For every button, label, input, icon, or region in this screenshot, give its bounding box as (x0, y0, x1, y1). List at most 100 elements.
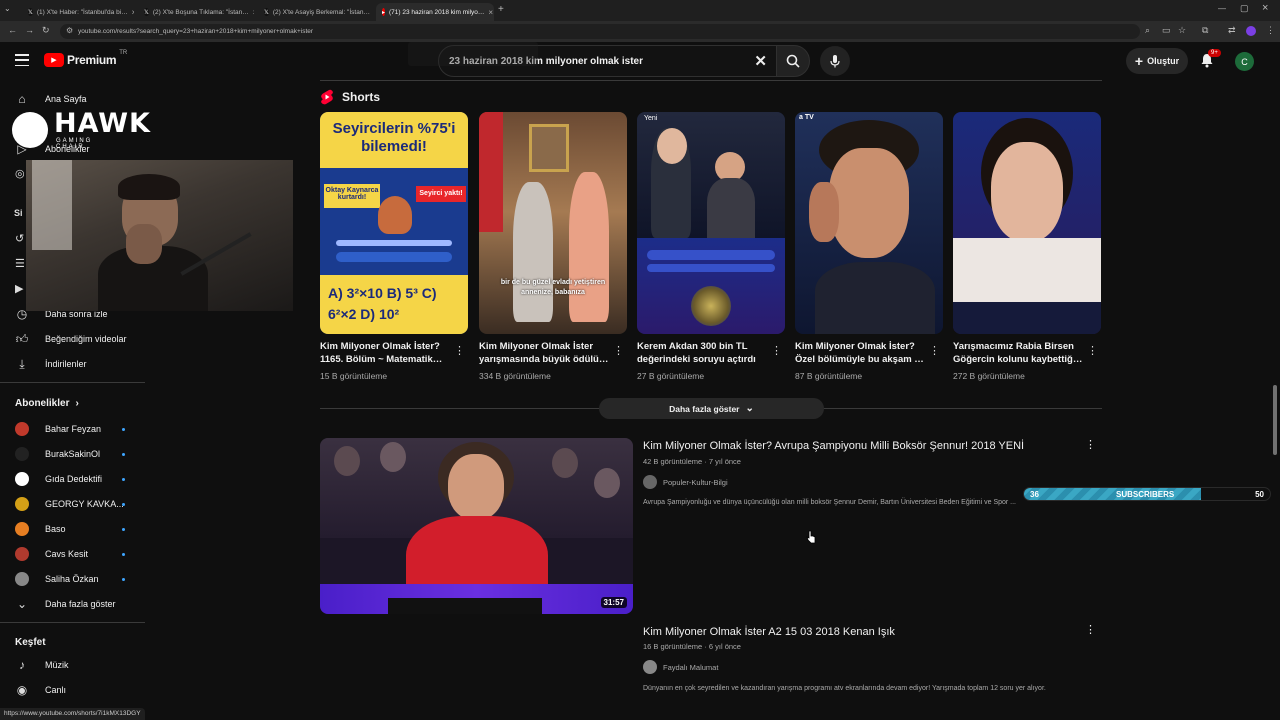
more-options-icon[interactable]: ⋮ (1085, 623, 1096, 636)
thumb-new-label: Yeni (644, 115, 658, 122)
chevron-right-icon: › (75, 398, 79, 409)
url-bar[interactable]: ⚙ youtube.com/results?search_query=23+ha… (60, 24, 1140, 39)
close-tab-icon[interactable]: × (488, 8, 493, 17)
sidebar-item-music[interactable]: ♪ Müzik (0, 653, 145, 677)
short-title[interactable]: Kim Milyoner Olmak İster? Özel bölümüyle… (795, 340, 925, 367)
sidebar-item-downloads[interactable]: ⤓ İndirilenler (0, 352, 145, 376)
show-more-shorts-button[interactable]: Daha fazla göster ⌄ (599, 398, 824, 419)
site-info-icon[interactable]: ⚙ (66, 26, 73, 35)
short-card[interactable]: Yeni Kerem Akdan 300 bin TL değerindeki … (637, 112, 785, 381)
sidebar-item-label: Baso (45, 524, 66, 534)
more-options-icon[interactable]: ⋮ (1085, 438, 1096, 451)
sidebar-item-live[interactable]: ◉ Canlı (0, 678, 145, 702)
your-videos-icon[interactable]: ▶ (15, 282, 23, 295)
create-button[interactable]: + Oluştur (1126, 48, 1188, 74)
cast-icon[interactable]: ▭ (1162, 25, 1171, 36)
search-button[interactable] (776, 45, 810, 77)
you-channel-icon[interactable]: ◎ (15, 167, 25, 180)
channel-avatar (15, 522, 29, 536)
video-thumbnail[interactable]: 31:57 (320, 438, 633, 614)
sidebar-subscription-item[interactable]: Saliha Özkan (0, 567, 145, 591)
browser-menu-icon[interactable]: ⋮ (1266, 25, 1275, 36)
browser-tab-1[interactable]: 𝕏 (1) X'te Haber: "İstanbul'da bi… × (22, 3, 134, 21)
short-title[interactable]: Kerem Akdan 300 bin TL değerindeki soruy… (637, 340, 767, 367)
music-icon: ♪ (19, 658, 25, 672)
new-content-dot (122, 503, 125, 506)
short-card[interactable]: bir de bu güzel evladı yetiştiren anneni… (479, 112, 627, 381)
tab-label: (2) X'te Boşuna Tıklama: "İstan… (152, 8, 249, 16)
browser-tab-2[interactable]: 𝕏 (2) X'te Boşuna Tıklama: "İstan… × (138, 3, 254, 21)
sidebar-subscription-item[interactable]: GEORGY KAVKA... (0, 492, 145, 516)
new-content-dot (122, 478, 125, 481)
short-thumbnail[interactable]: Yeni (637, 112, 785, 334)
more-options-icon[interactable]: ⋮ (929, 344, 940, 357)
close-tab-icon[interactable]: × (253, 8, 254, 17)
sidebar-subscription-item[interactable]: Gıda Dedektifi (0, 467, 145, 491)
back-arrow-icon[interactable]: ← (8, 25, 17, 35)
channel-name[interactable]: Faydalı Malumat (663, 663, 718, 672)
video-description: Dünyanın en çok seyredilen ve kazandıran… (643, 685, 1046, 692)
notifications-button[interactable]: 9+ (1200, 49, 1221, 73)
short-views: 87 B görüntüleme (795, 371, 863, 381)
short-card[interactable]: Seyircilerin %75'i bilemedi! Oktay Kayna… (320, 112, 468, 381)
clear-search-icon[interactable]: ✕ (754, 52, 767, 70)
sidebar-subscription-item[interactable]: Baso (0, 517, 145, 541)
hamburger-menu-icon[interactable] (15, 54, 29, 66)
short-thumbnail[interactable] (953, 112, 1101, 334)
video-meta: 16 B görüntüleme · 6 yıl önce (643, 642, 741, 651)
short-thumbnail[interactable]: Seyircilerin %75'i bilemedi! Oktay Kayna… (320, 112, 468, 334)
channel-row[interactable]: Populer-Kultur-Bilgi (643, 475, 728, 489)
more-options-icon[interactable]: ⋮ (613, 344, 624, 357)
reload-icon[interactable]: ↻ (42, 25, 50, 36)
sidebar-subscription-item[interactable]: Bahar Feyzan (0, 417, 145, 441)
more-options-icon[interactable]: ⋮ (771, 344, 782, 357)
maximize-icon[interactable]: ▢ (1240, 3, 1249, 14)
channel-avatar (15, 572, 29, 586)
account-avatar[interactable]: C (1235, 52, 1254, 71)
close-tab-icon[interactable]: × (132, 8, 134, 17)
chevron-down-icon: ⌄ (16, 597, 28, 611)
channel-avatar[interactable] (643, 475, 657, 489)
playlists-icon[interactable]: ☰ (15, 257, 25, 270)
sync-icon[interactable]: ⇄ (1228, 25, 1236, 36)
short-thumbnail[interactable]: a TV (795, 112, 943, 334)
sidebar-subscription-item[interactable]: Cavs Kesit (0, 542, 145, 566)
short-views: 27 B görüntüleme (637, 371, 705, 381)
short-card[interactable]: Yarışmacımız Rabia Birsen Göğercin kolun… (953, 112, 1101, 381)
browser-tab-4-active[interactable]: ▸ (71) 23 haziran 2018 kim milyo… × (376, 3, 494, 21)
zoom-icon[interactable]: ⌕ (1145, 25, 1150, 36)
tooltip-shadow (408, 42, 538, 66)
microphone-icon (830, 55, 840, 68)
tab-search-icon[interactable]: ⌄ (4, 4, 16, 16)
short-thumbnail[interactable]: bir de bu güzel evladı yetiştiren anneni… (479, 112, 627, 334)
channel-avatar[interactable] (643, 660, 657, 674)
minimize-icon[interactable]: — (1218, 4, 1226, 13)
browser-tab-strip: ⌄ 𝕏 (1) X'te Haber: "İstanbul'da bi… × 𝕏… (0, 0, 1280, 21)
channel-name[interactable]: Populer-Kultur-Bilgi (663, 478, 728, 487)
more-options-icon[interactable]: ⋮ (454, 344, 465, 357)
short-card[interactable]: a TV Kim Milyoner Olmak İster? Özel bölü… (795, 112, 943, 381)
short-title[interactable]: Kim Milyoner Olmak İster yarışmasında bü… (479, 340, 609, 367)
profile-avatar-icon[interactable] (1246, 26, 1256, 36)
sidebar-subscription-item[interactable]: BurakSakinOl (0, 442, 145, 466)
short-title[interactable]: Yarışmacımız Rabia Birsen Göğercin kolun… (953, 340, 1083, 367)
hawk-logo: HAWK GAMING CHAIR (12, 108, 150, 150)
sidebar-show-more[interactable]: ⌄ Daha fazla göster (0, 592, 145, 616)
forward-arrow-icon[interactable]: → (25, 25, 34, 35)
subscriptions-section-title[interactable]: Abonelikler › (15, 398, 79, 409)
browser-tab-3[interactable]: 𝕏 (2) X'te Asayiş Berkemal: "İstan… × (258, 3, 374, 21)
channel-row[interactable]: Faydalı Malumat (643, 660, 718, 674)
short-title[interactable]: Kim Milyoner Olmak İster? 1165. Bölüm ~ … (320, 340, 450, 367)
extensions-icon[interactable]: ⧉ (1202, 25, 1208, 36)
bookmark-star-icon[interactable]: ☆ (1178, 25, 1186, 36)
close-window-icon[interactable]: × (1262, 2, 1268, 14)
youtube-logo[interactable]: ▶ Premium TR (44, 50, 127, 67)
sidebar-item-liked-videos[interactable]: 👍︎ Beğendiğim videolar (0, 327, 145, 351)
video-title[interactable]: Kim Milyoner Olmak İster? Avrupa Şampiyo… (643, 440, 1024, 452)
more-options-icon[interactable]: ⋮ (1087, 344, 1098, 357)
new-tab-icon[interactable]: + (498, 4, 504, 15)
voice-search-button[interactable] (820, 46, 850, 76)
history-icon[interactable]: ↺ (15, 232, 24, 245)
video-title[interactable]: Kim Milyoner Olmak İster A2 15 03 2018 K… (643, 626, 895, 638)
page-scrollbar-thumb[interactable] (1273, 385, 1277, 455)
